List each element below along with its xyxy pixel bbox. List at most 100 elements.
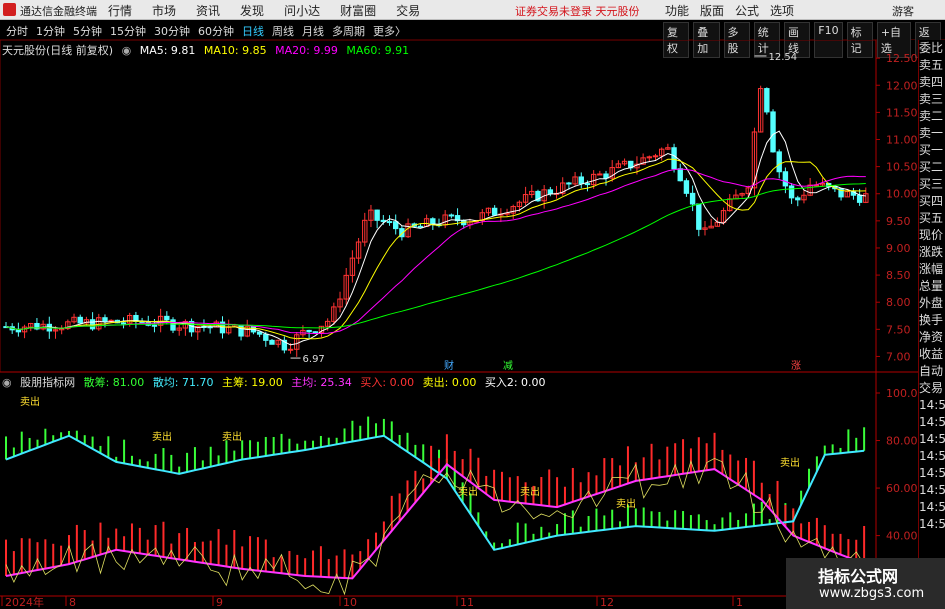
candle-body bbox=[448, 214, 455, 217]
period-daily[interactable]: 日线 bbox=[242, 23, 264, 39]
period-toolbar: 分时 1分钟 5分钟 15分钟 30分钟 60分钟 日线 周线 月线 多周期 更… bbox=[0, 21, 945, 58]
sell-signal-label: 卖出 bbox=[520, 485, 540, 498]
period-5min[interactable]: 5分钟 bbox=[73, 23, 102, 39]
menu-shichang[interactable]: 市场 bbox=[152, 2, 176, 19]
panel-item[interactable]: 买四 bbox=[919, 193, 945, 210]
indicator-name[interactable]: 股朋指标网 bbox=[20, 376, 75, 389]
candle-body bbox=[689, 192, 696, 205]
indicator-panel: 卖出卖出 卖出卖出 卖出卖出卖出 bbox=[5, 395, 866, 596]
price-tick-label: 12.50 bbox=[886, 52, 918, 65]
date-tick-label: 12 bbox=[600, 596, 614, 609]
period-30min[interactable]: 30分钟 bbox=[154, 23, 190, 39]
menu-banmian[interactable]: 版面 bbox=[700, 2, 724, 19]
panel-item[interactable]: 交易 bbox=[919, 380, 945, 397]
watermark-url: www.zbgs3.com bbox=[819, 586, 925, 601]
period-weekly[interactable]: 周线 bbox=[272, 23, 294, 39]
sanjia-value: 散均: 71.70 bbox=[152, 376, 214, 389]
high-label: 12.54 bbox=[768, 52, 797, 63]
menu-xuanxiang[interactable]: 选项 bbox=[770, 2, 794, 19]
candle-body bbox=[170, 319, 176, 331]
panel-item[interactable]: 总量 bbox=[919, 278, 945, 295]
sell-signal-label: 卖出 bbox=[780, 456, 800, 469]
trade-login-notice[interactable]: 证券交易未登录 天元股份 bbox=[515, 3, 640, 19]
indicator-tick-label: 80.00 bbox=[886, 435, 918, 448]
price-tick-label: 9.00 bbox=[886, 242, 911, 255]
event-tag-zhang: 涨 bbox=[791, 360, 801, 372]
panel-item[interactable]: 买二 bbox=[919, 159, 945, 176]
menu-hangqing[interactable]: 行情 bbox=[108, 2, 132, 19]
candle-body bbox=[770, 111, 776, 153]
candlesticks bbox=[3, 85, 869, 357]
indicator-tick-label: 60.00 bbox=[886, 482, 918, 495]
candle-body bbox=[764, 88, 770, 113]
panel-item[interactable]: 卖二 bbox=[919, 108, 945, 125]
period-fenshi[interactable]: 分时 bbox=[6, 23, 28, 39]
ma20-value: MA20: 9.99 bbox=[275, 44, 338, 57]
panel-item[interactable]: 涨跌 bbox=[919, 244, 945, 261]
candle-body bbox=[776, 151, 782, 173]
menu-caifuquan[interactable]: 财富圈 bbox=[340, 2, 376, 19]
panel-item[interactable]: 现价 bbox=[919, 227, 945, 244]
panel-item[interactable]: 委比 bbox=[919, 40, 945, 57]
panel-item[interactable]: 净资 bbox=[919, 329, 945, 346]
panel-item[interactable]: 卖四 bbox=[919, 74, 945, 91]
stock-name[interactable]: 天元股份(日线 前复权) bbox=[2, 44, 113, 57]
buy-value: 买入: 0.00 bbox=[360, 376, 415, 389]
price-tick-label: 10.50 bbox=[886, 161, 918, 174]
candle-body bbox=[795, 197, 801, 201]
panel-time: 14:56 bbox=[919, 483, 945, 497]
legend-toggle-icon[interactable]: ◉ bbox=[122, 44, 132, 57]
ma60-value: MA60: 9.91 bbox=[346, 44, 410, 57]
candle-body bbox=[238, 324, 244, 337]
panel-time: 14:56 bbox=[919, 500, 945, 514]
price-tick-label: 11.00 bbox=[886, 133, 918, 146]
menu-jiaoyi[interactable]: 交易 bbox=[396, 2, 420, 19]
period-monthly[interactable]: 月线 bbox=[302, 23, 324, 39]
watermark-title: 指标公式网 bbox=[818, 567, 899, 586]
period-1min[interactable]: 1分钟 bbox=[36, 23, 65, 39]
event-tag-cai: 财 bbox=[444, 359, 454, 372]
candle-body bbox=[683, 180, 690, 194]
date-tick-label: 2024年 bbox=[5, 595, 44, 609]
candle-body bbox=[263, 333, 269, 341]
zhujun-value: 主均: 25.34 bbox=[291, 376, 352, 389]
moving-averages bbox=[5, 130, 866, 346]
candle-body bbox=[256, 331, 263, 335]
panel-item[interactable]: 自动 bbox=[919, 363, 945, 380]
panel-item[interactable]: 买三 bbox=[919, 176, 945, 193]
quote-side-panel: 委比 卖五 卖四 卖三 卖二 卖一 买一 买二 买三 买四 买五 现价 涨跌 涨… bbox=[918, 40, 945, 609]
date-tick-label: 9 bbox=[216, 596, 223, 609]
candle-body bbox=[89, 319, 96, 330]
panel-item[interactable]: 换手 bbox=[919, 312, 945, 329]
period-multi[interactable]: 多周期 bbox=[332, 23, 365, 39]
candle-body bbox=[15, 329, 22, 333]
price-tick-label: 8.00 bbox=[886, 296, 911, 309]
right-menu: 功能 版面 公式 选项 bbox=[665, 2, 805, 19]
app-title: 通达信金融终端 bbox=[20, 5, 97, 18]
panel-item[interactable]: 买五 bbox=[919, 210, 945, 227]
panel-item[interactable]: 卖三 bbox=[919, 91, 945, 108]
panel-item[interactable]: 涨幅 bbox=[919, 261, 945, 278]
menu-zixun[interactable]: 资讯 bbox=[196, 2, 220, 19]
kline-chart[interactable]: 卖出卖出 卖出卖出 卖出卖出卖出 12.5012.0011.5011.0010.50… bbox=[0, 40, 918, 609]
panel-item[interactable]: 收益 bbox=[919, 346, 945, 363]
chart-axes: 12.50 12.00 11.50 11.00 10.50 10.00 9.50 9.00 8.… bbox=[1, 52, 918, 609]
candle-body bbox=[578, 176, 584, 185]
menu-faxian[interactable]: 发现 bbox=[240, 2, 264, 19]
menu-wenxiaoda[interactable]: 问小达 bbox=[284, 2, 320, 19]
panel-item[interactable]: 卖一 bbox=[919, 125, 945, 142]
panel-item[interactable]: 外盘 bbox=[919, 295, 945, 312]
guest-user[interactable]: 游客 bbox=[892, 3, 914, 19]
sanjia-line bbox=[5, 434, 865, 551]
sell-value: 卖出: 0.00 bbox=[422, 376, 477, 389]
menu-gongshi[interactable]: 公式 bbox=[735, 2, 759, 19]
panel-item[interactable]: 卖五 bbox=[919, 57, 945, 74]
app-logo-icon bbox=[3, 3, 16, 16]
period-more[interactable]: 更多〉 bbox=[373, 23, 406, 39]
panel-item[interactable]: 买一 bbox=[919, 142, 945, 159]
period-15min[interactable]: 15分钟 bbox=[110, 23, 146, 39]
indicator-toggle-icon[interactable]: ◉ bbox=[2, 376, 12, 389]
candle-body bbox=[77, 316, 83, 324]
menu-gongneng[interactable]: 功能 bbox=[665, 2, 689, 19]
period-60min[interactable]: 60分钟 bbox=[198, 23, 234, 39]
